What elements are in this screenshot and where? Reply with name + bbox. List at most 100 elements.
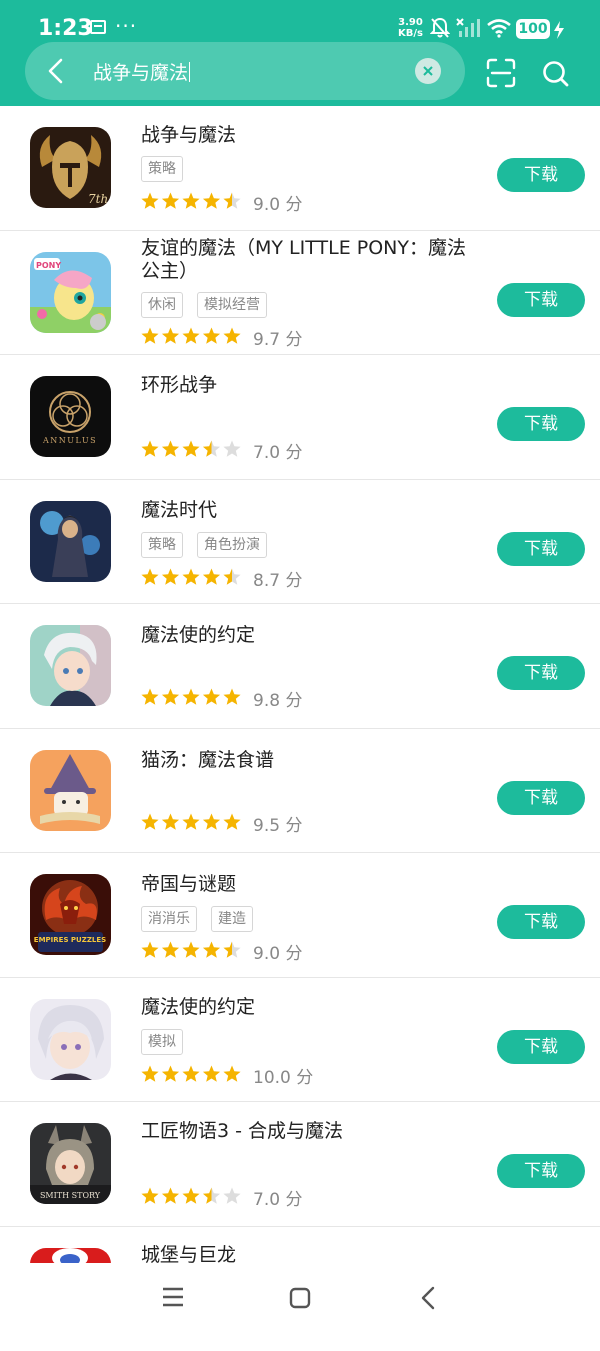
star-icon <box>162 327 179 343</box>
app-icon[interactable]: EMPIRES PUZZLES <box>30 874 111 955</box>
list-item[interactable]: PONY 友谊的魔法（MY LITTLE PONY：魔法公主） 休闲模拟经营 9… <box>0 231 600 356</box>
star-icon <box>203 441 220 457</box>
list-item[interactable]: EMPIRES PUZZLES 帝国与谜题 消消乐建造 9.0 分 下载 <box>0 853 600 978</box>
home-icon[interactable] <box>289 1287 311 1309</box>
app-icon[interactable] <box>30 750 111 831</box>
download-button[interactable]: 下载 <box>497 407 585 441</box>
list-item[interactable]: 魔法时代 策略角色扮演 8.7 分 下载 <box>0 480 600 605</box>
download-button[interactable]: 下载 <box>497 905 585 939</box>
clear-search-button[interactable] <box>415 58 441 84</box>
icon-badge-text: PONY <box>36 261 61 270</box>
download-button[interactable]: 下载 <box>497 532 585 566</box>
app-icon[interactable] <box>30 999 111 1080</box>
star-rating <box>141 192 241 210</box>
back-icon[interactable] <box>420 1286 436 1310</box>
back-arrow-icon[interactable] <box>45 58 67 84</box>
app-icon[interactable]: 7th <box>30 127 111 208</box>
star-icon <box>223 942 240 958</box>
app-icon[interactable]: PONY <box>30 252 111 333</box>
list-item[interactable]: ANNULUS 环形战争 7.0 分 下载 <box>0 355 600 480</box>
app-name[interactable]: 猫汤：魔法食谱 <box>141 749 471 772</box>
mute-bell-icon <box>430 17 450 39</box>
search-bar[interactable]: 战争与魔法 <box>25 42 465 100</box>
star-rating <box>141 568 241 586</box>
app-name[interactable]: 帝国与谜题 <box>141 873 471 896</box>
app-name[interactable]: 魔法使的约定 <box>141 996 471 1019</box>
star-icon <box>203 1065 220 1081</box>
text-caret <box>189 62 190 82</box>
tag-list: 策略角色扮演 <box>141 532 281 558</box>
star-icon <box>182 942 199 958</box>
search-results-list: 7th 战争与魔法 策略 9.0 分 下载 PONY <box>0 106 600 1351</box>
icon-badge-text: ANNULUS <box>42 436 97 445</box>
star-icon <box>203 327 220 343</box>
star-icon <box>141 327 158 343</box>
tag: 建造 <box>211 906 253 932</box>
star-icon <box>141 1188 158 1204</box>
sim-card-icon <box>90 20 106 34</box>
download-button[interactable]: 下载 <box>497 158 585 192</box>
network-speed-unit: KB/s <box>398 28 423 39</box>
tag: 策略 <box>141 156 183 182</box>
icon-badge-text: EMPIRES PUZZLES <box>34 936 106 944</box>
star-icon <box>182 327 199 343</box>
app-header: 1:23 ··· 3.90 KB/s 100 <box>0 0 600 106</box>
star-icon <box>162 942 179 958</box>
download-button[interactable]: 下载 <box>497 656 585 690</box>
list-item[interactable]: 猫汤：魔法食谱 9.5 分 下载 <box>0 729 600 854</box>
star-rating <box>141 1187 241 1205</box>
score: 7.0 分 <box>253 438 302 463</box>
download-button[interactable]: 下载 <box>497 1030 585 1064</box>
star-icon <box>162 568 179 584</box>
tag: 模拟经营 <box>197 292 267 318</box>
icon-badge-text: 7th <box>88 192 108 206</box>
tag-list: 模拟 <box>141 1029 197 1055</box>
app-name[interactable]: 环形战争 <box>141 374 471 397</box>
star-icon <box>141 689 158 705</box>
star-icon <box>203 689 220 705</box>
app-icon[interactable]: ANNULUS <box>30 376 111 457</box>
more-notifications-icon: ··· <box>115 14 137 38</box>
star-icon <box>162 441 179 457</box>
app-name[interactable]: 工匠物语3 - 合成与魔法 <box>141 1120 471 1143</box>
app-name[interactable]: 魔法时代 <box>141 499 471 522</box>
star-rating <box>141 440 241 458</box>
download-button[interactable]: 下载 <box>497 1154 585 1188</box>
tag: 模拟 <box>141 1029 183 1055</box>
star-icon <box>223 441 240 457</box>
star-icon <box>182 568 199 584</box>
download-button[interactable]: 下载 <box>497 283 585 317</box>
app-name[interactable]: 魔法使的约定 <box>141 624 471 647</box>
star-icon <box>223 1065 240 1081</box>
star-icon <box>223 568 240 584</box>
star-icon <box>182 441 199 457</box>
signal-icon <box>455 17 481 39</box>
list-item[interactable]: 7th 战争与魔法 策略 9.0 分 下载 <box>0 106 600 231</box>
tag-list: 消消乐建造 <box>141 906 267 932</box>
app-name[interactable]: 战争与魔法 <box>141 124 471 147</box>
tag-list: 休闲模拟经营 <box>141 292 281 318</box>
search-input[interactable]: 战争与魔法 <box>93 58 190 85</box>
tag: 消消乐 <box>141 906 197 932</box>
scan-icon[interactable] <box>486 58 516 88</box>
download-button[interactable]: 下载 <box>497 781 585 815</box>
search-icon[interactable] <box>542 60 570 88</box>
menu-icon[interactable] <box>162 1287 184 1307</box>
list-item[interactable]: 魔法使的约定 模拟 10.0 分 下载 <box>0 978 600 1103</box>
star-icon <box>203 813 220 829</box>
app-icon[interactable]: SMITH STORY <box>30 1123 111 1204</box>
list-item[interactable]: 魔法使的约定 9.8 分 下载 <box>0 604 600 729</box>
star-icon <box>223 327 240 343</box>
status-time: 1:23 <box>38 16 93 41</box>
system-navigation-bar <box>0 1263 600 1333</box>
app-icon[interactable] <box>30 501 111 582</box>
icon-badge-text: SMITH STORY <box>40 1191 101 1200</box>
status-bar: 1:23 ··· 3.90 KB/s 100 <box>0 0 600 40</box>
app-name[interactable]: 友谊的魔法（MY LITTLE PONY：魔法公主） <box>141 237 471 283</box>
star-icon <box>141 1065 158 1081</box>
star-icon <box>203 942 220 958</box>
list-item[interactable]: SMITH STORY 工匠物语3 - 合成与魔法 7.0 分 下载 <box>0 1102 600 1227</box>
app-icon[interactable] <box>30 625 111 706</box>
star-icon <box>203 193 220 209</box>
star-icon <box>141 942 158 958</box>
